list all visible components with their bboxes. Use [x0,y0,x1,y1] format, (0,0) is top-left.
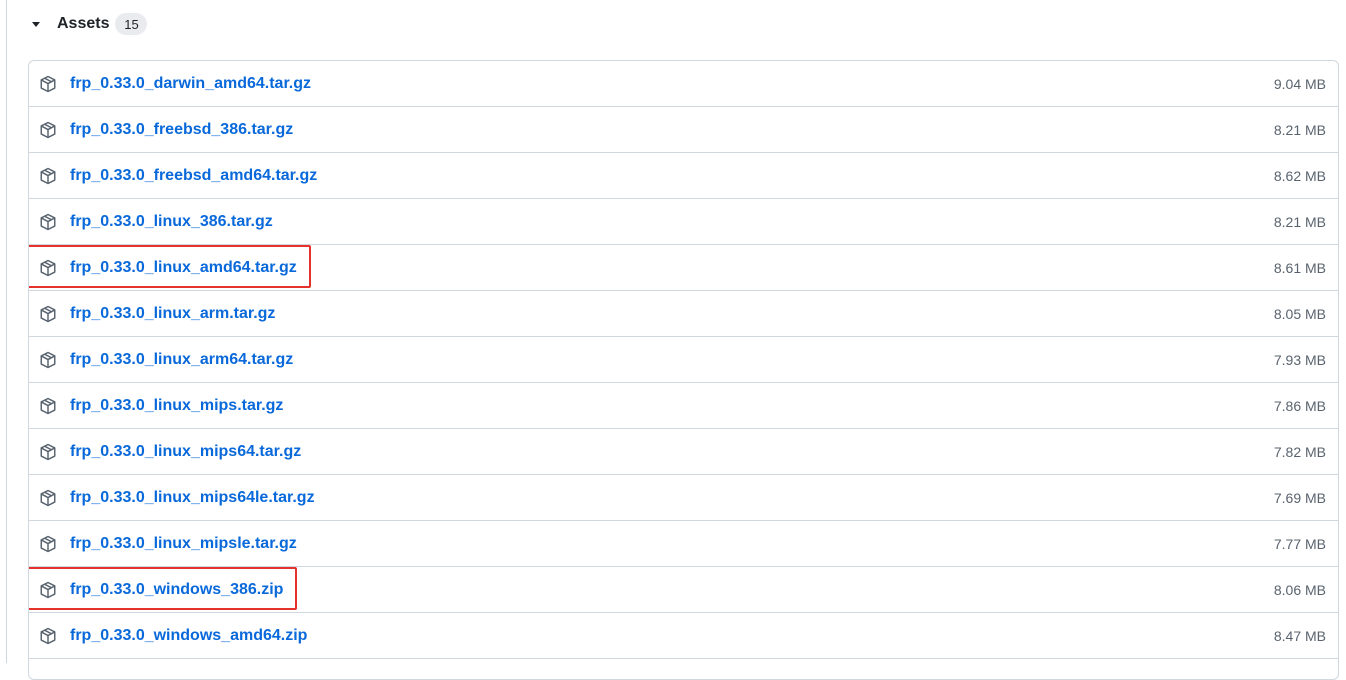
asset-size: 8.61 MB [1273,259,1326,276]
asset-download-link[interactable]: frp_0.33.0_linux_386.tar.gz [70,213,273,231]
asset-download-link[interactable]: frp_0.33.0_linux_arm.tar.gz [70,305,275,323]
asset-row: frp_0.33.0_linux_mipsle.tar.gz 7.77 MB [29,521,1338,567]
package-icon [39,259,57,277]
package-icon [39,581,57,599]
asset-download-link[interactable]: frp_0.33.0_linux_mipsle.tar.gz [70,535,297,553]
asset-size: 7.93 MB [1273,351,1326,368]
package-icon [39,397,57,415]
package-icon [39,489,57,507]
asset-row: frp_0.33.0_linux_arm64.tar.gz 7.93 MB [29,337,1338,383]
asset-download-link[interactable]: frp_0.33.0_windows_amd64.zip [70,627,307,645]
asset-row: frp_0.33.0_linux_amd64.tar.gz 8.61 MB [29,245,1338,291]
asset-row: frp_0.33.0_linux_386.tar.gz 8.21 MB [29,199,1338,245]
package-icon [39,351,57,369]
asset-size: 8.06 MB [1273,581,1326,598]
asset-download-link[interactable]: frp_0.33.0_freebsd_386.tar.gz [70,121,293,139]
asset-row: frp_0.33.0_freebsd_amd64.tar.gz 8.62 MB [29,153,1338,199]
asset-download-link[interactable]: frp_0.33.0_freebsd_amd64.tar.gz [70,167,317,185]
assets-count-badge: 15 [115,13,148,35]
assets-toggle[interactable]: Assets 15 [30,10,148,38]
assets-title: Assets [57,15,110,32]
asset-size: 8.21 MB [1273,213,1326,230]
asset-row: frp_0.33.0_darwin_amd64.tar.gz 9.04 MB [29,61,1338,107]
asset-row: frp_0.33.0_linux_mips64le.tar.gz 7.69 MB [29,475,1338,521]
asset-size: 8.62 MB [1273,167,1326,184]
asset-row: frp_0.33.0_windows_386.zip 8.06 MB [29,567,1338,613]
asset-download-link[interactable]: frp_0.33.0_linux_mips64le.tar.gz [70,489,315,507]
asset-size: 8.21 MB [1273,121,1326,138]
asset-size: 7.82 MB [1273,443,1326,460]
asset-download-link[interactable]: frp_0.33.0_linux_amd64.tar.gz [70,259,297,277]
package-icon [39,443,57,461]
asset-size: 7.77 MB [1273,535,1326,552]
package-icon [39,121,57,139]
asset-size: 8.47 MB [1273,627,1326,644]
asset-list: frp_0.33.0_darwin_amd64.tar.gz 9.04 MB frp… [28,60,1339,680]
triangle-down-icon [32,21,40,27]
asset-size: 8.05 MB [1273,305,1326,322]
asset-row: frp_0.33.0_freebsd_386.tar.gz 8.21 MB [29,107,1338,153]
package-icon [39,213,57,231]
package-icon [39,305,57,323]
asset-size: 7.86 MB [1273,397,1326,414]
asset-row: frp_0.33.0_windows_amd64.zip 8.47 MB [29,613,1338,659]
asset-download-link[interactable]: frp_0.33.0_linux_mips64.tar.gz [70,443,301,461]
asset-download-link[interactable]: frp_0.33.0_windows_386.zip [70,581,283,599]
asset-row: frp_0.33.0_linux_mips64.tar.gz 7.82 MB [29,429,1338,475]
asset-row: frp_0.33.0_linux_mips.tar.gz 7.86 MB [29,383,1338,429]
package-icon [39,535,57,553]
package-icon [39,167,57,185]
asset-size: 7.69 MB [1273,489,1326,506]
asset-download-link[interactable]: frp_0.33.0_darwin_amd64.tar.gz [70,75,311,93]
package-icon [39,627,57,645]
asset-download-link[interactable]: frp_0.33.0_linux_mips.tar.gz [70,397,283,415]
asset-row: frp_0.33.0_linux_arm.tar.gz 8.05 MB [29,291,1338,337]
asset-download-link[interactable]: frp_0.33.0_linux_arm64.tar.gz [70,351,293,369]
asset-size: 9.04 MB [1273,75,1326,92]
package-icon [39,75,57,93]
left-divider [6,0,7,663]
